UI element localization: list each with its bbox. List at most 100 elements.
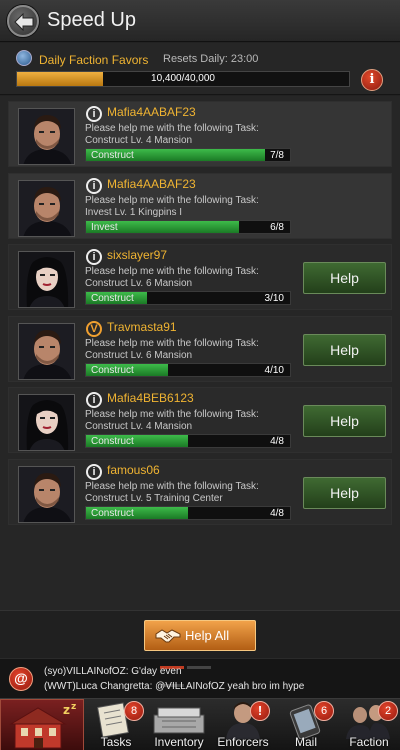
player-name[interactable]: Mafia4AABAF23 bbox=[107, 177, 196, 191]
request-text: Please help me with the following Task: bbox=[85, 409, 259, 420]
task-type-label: Construct bbox=[91, 293, 134, 304]
help-request-list: i Mafia4AABAF23 Please help me with the fo… bbox=[0, 96, 400, 610]
task-progress-count: 4/10 bbox=[264, 364, 284, 376]
task-progress-bar: Construct 4/8 bbox=[85, 505, 291, 520]
inventory-icon bbox=[153, 707, 205, 734]
avatar-male-portrait bbox=[19, 180, 74, 236]
chat-page-indicator bbox=[160, 656, 240, 687]
help-button[interactable]: Help bbox=[303, 262, 386, 294]
faction-label: Faction bbox=[349, 735, 389, 749]
mansion-icon: z z bbox=[9, 702, 76, 749]
player-name[interactable]: Mafia4BEB6123 bbox=[107, 391, 194, 405]
player-name[interactable]: sixslayer97 bbox=[107, 248, 167, 262]
nav-inventory[interactable]: Inventory bbox=[148, 699, 210, 750]
nav-enforcers[interactable]: ! Enforcers bbox=[212, 699, 274, 750]
tasks-badge: 8 bbox=[124, 701, 144, 721]
player-name[interactable]: Mafia4AABAF23 bbox=[107, 105, 196, 119]
nav-tasks[interactable]: 8 Tasks bbox=[86, 699, 146, 750]
help-all-label: Help All bbox=[185, 628, 230, 643]
enforcers-badge: ! bbox=[250, 701, 270, 721]
task-progress-count: 4/8 bbox=[270, 507, 284, 519]
favors-progress-bar: 10,400/40,000 bbox=[16, 71, 350, 87]
task-progress-count: 6/8 bbox=[270, 221, 284, 233]
svg-text:z: z bbox=[71, 702, 76, 712]
help-request-row: i Mafia4AABAF23 Please help me with the fo… bbox=[8, 101, 392, 167]
avatar-female-portrait bbox=[19, 395, 74, 450]
nav-home-button[interactable]: z z bbox=[0, 699, 84, 750]
task-description: Construct Lv. 4 Mansion bbox=[85, 135, 193, 146]
mail-label: Mail bbox=[294, 735, 317, 749]
task-description: Construct Lv. 4 Mansion bbox=[85, 421, 193, 432]
favors-title: Daily Faction Favors bbox=[39, 53, 149, 67]
task-description: Invest Lv. 1 Kingpins I bbox=[85, 206, 183, 218]
player-name[interactable]: Travmasta91 bbox=[107, 320, 177, 334]
tasks-label: Tasks bbox=[100, 735, 132, 749]
info-circle-icon: i bbox=[86, 463, 102, 480]
chat-message-2: (WWT)Luca Changretta: @VILLAINofOZ yeah … bbox=[44, 681, 305, 692]
info-circle-icon: i bbox=[86, 177, 102, 194]
player-name[interactable]: famous06 bbox=[107, 463, 160, 477]
task-type-label: Construct bbox=[91, 150, 134, 161]
task-type-label: Construct bbox=[91, 436, 134, 447]
task-type-label: Construct bbox=[91, 364, 134, 376]
handshake-icon bbox=[155, 629, 181, 643]
player-avatar[interactable] bbox=[18, 251, 75, 308]
chat-message-1: (syo)VILLAINofOZ: G'day even bbox=[44, 666, 182, 677]
task-progress-count: 4/8 bbox=[270, 436, 284, 447]
info-circle-icon: i bbox=[86, 106, 102, 122]
task-progress-bar: Invest 6/8 bbox=[85, 219, 291, 234]
help-request-row: i Mafia4BEB6123 Please help me with the fo… bbox=[8, 387, 392, 453]
help-button[interactable]: Help bbox=[303, 405, 386, 437]
info-circle-icon: i bbox=[86, 249, 102, 265]
page-title: Speed Up bbox=[47, 9, 136, 31]
avatar-female-portrait bbox=[19, 252, 74, 307]
nav-mail[interactable]: 6 Mail bbox=[276, 699, 336, 750]
globe-icon bbox=[16, 50, 32, 66]
bottom-nav-bar: z z 8 Tasks Inventory ! Enforcers 6 Mail… bbox=[0, 698, 400, 750]
vip-icon: V bbox=[86, 320, 102, 337]
header-bar: Speed Up bbox=[0, 0, 400, 42]
faction-favors-panel: Daily Faction Favors Resets Daily: 23:00… bbox=[0, 43, 400, 95]
task-progress-bar: Construct 4/8 bbox=[85, 434, 291, 448]
task-description: Construct Lv. 6 Mansion bbox=[85, 349, 193, 361]
help-all-button[interactable]: Help All bbox=[144, 620, 256, 651]
task-progress-count: 3/10 bbox=[264, 293, 284, 304]
speed-up-screen: Speed Up Daily Faction Favors Resets Dai… bbox=[0, 0, 400, 750]
enforcers-label: Enforcers bbox=[217, 735, 269, 749]
task-type-label: Invest bbox=[91, 221, 118, 233]
task-description: Construct Lv. 6 Mansion bbox=[85, 278, 193, 289]
request-text: Please help me with the following Task: bbox=[85, 123, 259, 134]
avatar-male-portrait bbox=[19, 323, 74, 379]
chat-ticker[interactable]: @ (syo)VILLAINofOZ: G'day even (WWT)Luca… bbox=[0, 658, 400, 698]
help-request-row: i sixslayer97 Please help me with the foll… bbox=[8, 244, 392, 310]
chat-at-icon[interactable]: @ bbox=[9, 667, 33, 691]
request-text: Please help me with the following Task: bbox=[85, 266, 259, 277]
player-avatar[interactable] bbox=[18, 108, 75, 165]
bottom-action-panel: Help All bbox=[0, 610, 400, 658]
player-avatar[interactable] bbox=[18, 465, 75, 523]
player-avatar[interactable] bbox=[18, 179, 75, 237]
svg-text:z: z bbox=[63, 703, 70, 717]
task-progress-count: 7/8 bbox=[270, 150, 284, 161]
avatar-male-portrait bbox=[19, 109, 74, 164]
request-text: Please help me with the following Task: bbox=[85, 194, 259, 206]
inventory-label: Inventory bbox=[154, 735, 204, 749]
help-button[interactable]: Help bbox=[303, 476, 386, 509]
help-request-row: V Travmasta91 Please help me with the foll… bbox=[8, 315, 392, 382]
help-button[interactable]: Help bbox=[303, 333, 386, 366]
favors-reset-time: Resets Daily: 23:00 bbox=[163, 53, 259, 65]
task-description: Construct Lv. 5 Training Center bbox=[85, 492, 223, 504]
back-button[interactable] bbox=[7, 5, 39, 37]
faction-badge: 2 bbox=[378, 701, 398, 721]
favors-progress-text: 10,400/40,000 bbox=[151, 73, 215, 84]
task-progress-bar: Construct 3/10 bbox=[85, 291, 291, 305]
player-avatar[interactable] bbox=[18, 322, 75, 380]
avatar-male-portrait bbox=[19, 466, 74, 522]
player-avatar[interactable] bbox=[18, 394, 75, 451]
help-request-row: i Mafia4AABAF23 Please help me with the fo… bbox=[8, 172, 392, 239]
request-text: Please help me with the following Task: bbox=[85, 480, 259, 492]
task-progress-bar: Construct 4/10 bbox=[85, 362, 291, 377]
info-button[interactable]: i bbox=[361, 69, 383, 91]
task-type-label: Construct bbox=[91, 507, 134, 519]
nav-faction[interactable]: 2 Faction bbox=[338, 699, 400, 750]
